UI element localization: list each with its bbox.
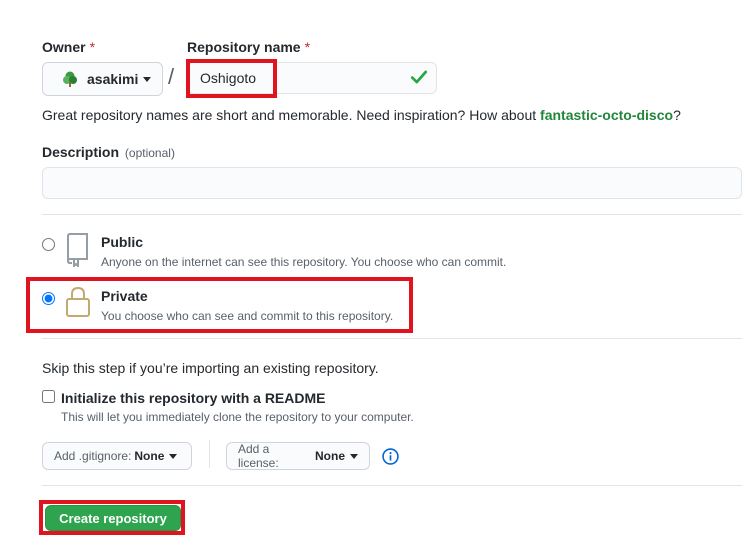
chevron-down-icon xyxy=(350,453,358,459)
optional-tag: (optional) xyxy=(124,146,175,160)
license-value: None xyxy=(315,449,345,463)
owner-name: asakimi xyxy=(87,71,139,87)
owner-avatar-icon xyxy=(63,71,77,87)
readme-description: This will let you immediately clone the … xyxy=(61,410,414,424)
vertical-divider xyxy=(209,440,210,468)
readme-checkbox[interactable] xyxy=(42,390,55,403)
public-description: Anyone on the internet can see this repo… xyxy=(101,255,507,269)
skip-text: Skip this step if you’re importing an ex… xyxy=(42,360,379,376)
name-suggestion-link[interactable]: fantastic-octo-disco xyxy=(540,107,673,123)
repo-name-hint: Great repository names are short and mem… xyxy=(42,107,681,123)
chevron-down-icon xyxy=(143,76,152,82)
gitignore-prefix: Add .gitignore: xyxy=(54,449,132,463)
check-icon xyxy=(410,70,428,84)
required-mark: * xyxy=(89,39,96,55)
info-icon[interactable] xyxy=(382,448,399,465)
license-prefix: Add a license: xyxy=(238,442,279,470)
gitignore-value: None xyxy=(134,449,165,463)
required-mark: * xyxy=(304,39,311,55)
owner-select-button[interactable]: asakimi xyxy=(42,62,163,96)
chevron-down-icon xyxy=(169,453,178,459)
repo-book-icon xyxy=(67,233,88,267)
description-input[interactable] xyxy=(42,167,742,199)
private-option-highlight xyxy=(26,277,413,333)
gitignore-select-button[interactable]: Add .gitignore: None xyxy=(42,442,192,470)
divider xyxy=(42,214,742,215)
description-label-text: Description xyxy=(42,144,120,160)
description-label: Description (optional) xyxy=(42,144,175,160)
owner-label: Owner * xyxy=(42,39,95,55)
repo-name-label: Repository name * xyxy=(187,39,310,55)
public-title: Public xyxy=(101,234,144,250)
owner-repo-separator: / xyxy=(168,64,175,89)
divider xyxy=(42,485,742,486)
hint-text: Great repository names are short and mem… xyxy=(42,107,541,123)
hint-end: ? xyxy=(673,107,681,123)
repo-name-highlight xyxy=(186,59,277,98)
owner-label-text: Owner xyxy=(42,39,86,55)
divider xyxy=(42,338,742,339)
public-radio[interactable] xyxy=(42,238,55,251)
license-select-button[interactable]: Add a license: None xyxy=(226,442,370,470)
readme-label: Initialize this repository with a README xyxy=(61,390,326,406)
create-button-highlight xyxy=(39,500,185,535)
repo-name-label-text: Repository name xyxy=(187,39,301,55)
